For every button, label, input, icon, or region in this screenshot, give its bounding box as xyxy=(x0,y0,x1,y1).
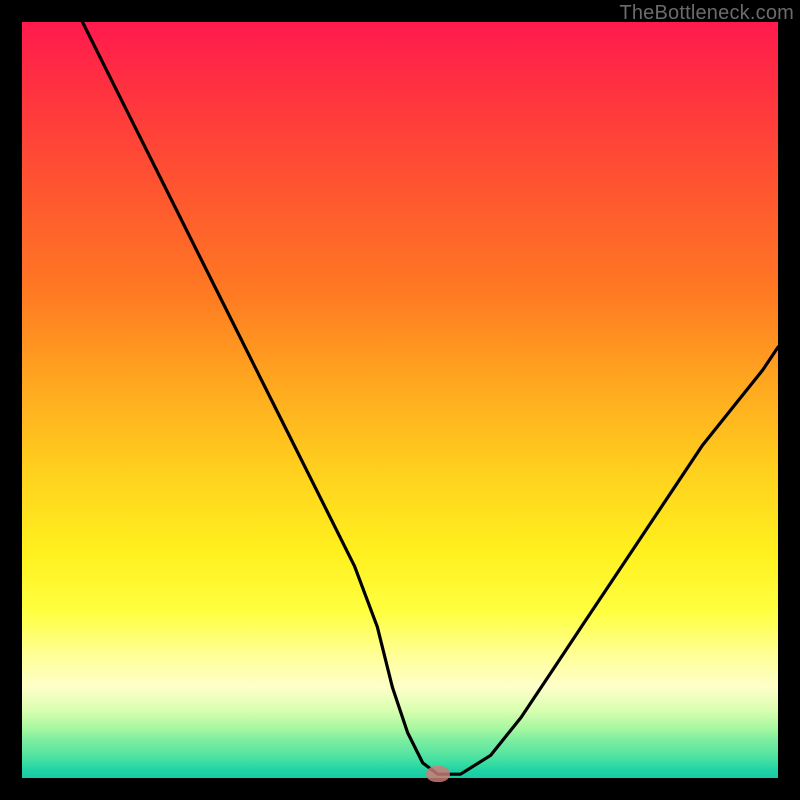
optimum-marker xyxy=(426,766,450,782)
plot-area xyxy=(22,22,778,778)
chart-frame: TheBottleneck.com xyxy=(0,0,800,800)
watermark-text: TheBottleneck.com xyxy=(619,2,794,25)
bottleneck-curve xyxy=(22,22,778,778)
